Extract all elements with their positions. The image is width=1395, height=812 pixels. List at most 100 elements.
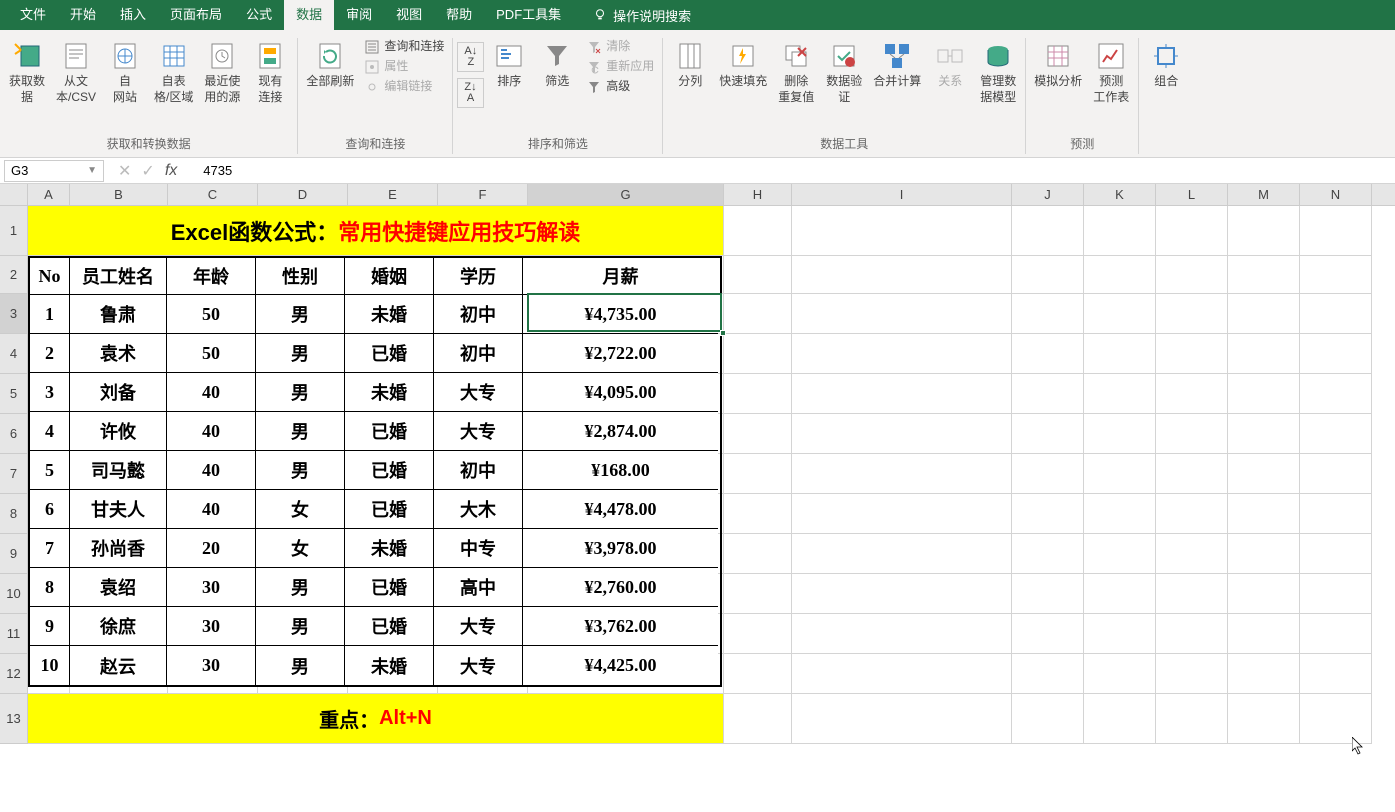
cell[interactable] — [1084, 574, 1156, 614]
table-cell[interactable]: 未婚 — [345, 529, 434, 568]
menu-file[interactable]: 文件 — [8, 0, 58, 30]
cell[interactable] — [1156, 614, 1228, 654]
cell[interactable] — [1228, 256, 1300, 294]
cell[interactable] — [1156, 414, 1228, 454]
table-cell[interactable]: 2 — [30, 334, 70, 373]
table-cell[interactable]: 刘备 — [70, 373, 167, 412]
row-header-2[interactable]: 2 — [0, 256, 28, 294]
sort-az-button[interactable]: A↓Z — [457, 42, 484, 72]
col-header-K[interactable]: K — [1084, 184, 1156, 205]
col-header-I[interactable]: I — [792, 184, 1012, 205]
cell[interactable] — [1156, 494, 1228, 534]
menu-insert[interactable]: 插入 — [108, 0, 158, 30]
cell[interactable] — [1156, 294, 1228, 334]
cell[interactable] — [1300, 374, 1372, 414]
table-cell[interactable]: 男 — [256, 607, 345, 646]
table-cell[interactable]: 40 — [167, 373, 256, 412]
cell[interactable] — [1084, 534, 1156, 574]
table-cell[interactable]: 大专 — [434, 607, 523, 646]
table-cell[interactable]: 大专 — [434, 646, 523, 685]
table-cell[interactable]: 男 — [256, 295, 345, 334]
relationships-button[interactable]: 关系 — [927, 38, 973, 92]
cell[interactable] — [792, 374, 1012, 414]
cell[interactable] — [724, 206, 792, 256]
edit-links-button[interactable]: 编辑链接 — [360, 78, 448, 96]
table-cell[interactable]: 40 — [167, 490, 256, 529]
row-header-5[interactable]: 5 — [0, 374, 28, 414]
recent-sources-button[interactable]: 最近使用的源 — [199, 38, 245, 107]
from-text-csv-button[interactable]: 从文本/CSV — [52, 38, 100, 107]
table-cell[interactable]: ¥2,760.00 — [523, 568, 718, 607]
cell[interactable] — [1084, 494, 1156, 534]
cell[interactable] — [1228, 574, 1300, 614]
table-header[interactable]: 性别 — [256, 258, 345, 295]
cell[interactable] — [1156, 334, 1228, 374]
menu-page-layout[interactable]: 页面布局 — [158, 0, 234, 30]
table-cell[interactable]: 已婚 — [345, 334, 434, 373]
table-cell[interactable]: ¥3,762.00 — [523, 607, 718, 646]
table-cell[interactable]: 大专 — [434, 373, 523, 412]
consolidate-button[interactable]: 合并计算 — [869, 38, 925, 92]
cell[interactable] — [1012, 256, 1084, 294]
cell[interactable] — [792, 494, 1012, 534]
table-cell[interactable]: 30 — [167, 607, 256, 646]
cell[interactable] — [724, 374, 792, 414]
table-cell[interactable]: 50 — [167, 295, 256, 334]
cell[interactable] — [724, 494, 792, 534]
cell[interactable] — [724, 294, 792, 334]
from-table-range-button[interactable]: 自表格/区域 — [150, 38, 197, 107]
cell[interactable] — [792, 206, 1012, 256]
table-cell[interactable]: 鲁肃 — [70, 295, 167, 334]
cell[interactable] — [1012, 574, 1084, 614]
properties-button[interactable]: 属性 — [360, 58, 448, 76]
title-cell[interactable]: Excel函数公式：常用快捷键应用技巧解读 — [28, 206, 724, 256]
cell[interactable] — [1012, 454, 1084, 494]
table-cell[interactable]: 已婚 — [345, 412, 434, 451]
cell[interactable] — [1228, 694, 1300, 744]
clear-filter-button[interactable]: 清除 — [582, 38, 658, 56]
table-cell[interactable]: 许攸 — [70, 412, 167, 451]
col-header-H[interactable]: H — [724, 184, 792, 205]
col-header-A[interactable]: A — [28, 184, 70, 205]
get-data-button[interactable]: 获取数据 — [4, 38, 50, 107]
cell[interactable] — [1084, 256, 1156, 294]
cell[interactable] — [1084, 454, 1156, 494]
table-cell[interactable]: 袁绍 — [70, 568, 167, 607]
cell[interactable] — [1228, 534, 1300, 574]
cell[interactable] — [1012, 614, 1084, 654]
cell[interactable] — [1084, 414, 1156, 454]
cancel-formula-button[interactable]: ✕ — [118, 161, 131, 181]
cell[interactable] — [1012, 294, 1084, 334]
table-cell[interactable]: 已婚 — [345, 568, 434, 607]
menu-view[interactable]: 视图 — [384, 0, 434, 30]
table-cell[interactable]: 4 — [30, 412, 70, 451]
col-header-G[interactable]: G — [528, 184, 724, 205]
cell[interactable] — [792, 534, 1012, 574]
col-header-M[interactable]: M — [1228, 184, 1300, 205]
cell[interactable] — [1300, 294, 1372, 334]
cell[interactable] — [1012, 334, 1084, 374]
row-header-11[interactable]: 11 — [0, 614, 28, 654]
table-cell[interactable]: ¥2,874.00 — [523, 412, 718, 451]
cell[interactable] — [1300, 494, 1372, 534]
cell[interactable] — [1156, 256, 1228, 294]
cell[interactable] — [724, 654, 792, 694]
row-header-10[interactable]: 10 — [0, 574, 28, 614]
cell[interactable] — [1012, 414, 1084, 454]
refresh-all-button[interactable]: 全部刷新 — [302, 38, 358, 92]
menu-formulas[interactable]: 公式 — [234, 0, 284, 30]
table-cell[interactable]: 大专 — [434, 412, 523, 451]
table-cell[interactable]: ¥4,425.00 — [523, 646, 718, 685]
row-header-7[interactable]: 7 — [0, 454, 28, 494]
table-cell[interactable]: 男 — [256, 334, 345, 373]
fx-icon[interactable]: fx — [165, 162, 187, 180]
cell[interactable] — [1300, 334, 1372, 374]
cell[interactable] — [1300, 256, 1372, 294]
tell-me-search[interactable]: 操作说明搜索 — [593, 6, 691, 25]
cell[interactable] — [1012, 494, 1084, 534]
select-all-corner[interactable] — [0, 184, 28, 205]
table-cell[interactable]: 初中 — [434, 334, 523, 373]
table-cell[interactable]: 女 — [256, 529, 345, 568]
cell[interactable] — [724, 694, 792, 744]
table-cell[interactable]: 男 — [256, 412, 345, 451]
